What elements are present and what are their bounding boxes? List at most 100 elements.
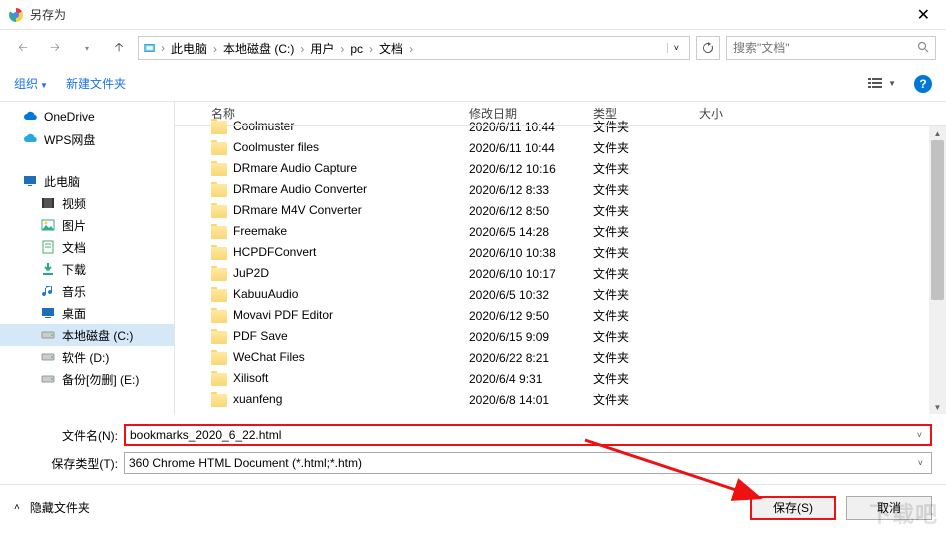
col-type[interactable]: 类型 [585, 105, 691, 122]
organize-menu[interactable]: 组织▼ [14, 75, 48, 92]
col-name[interactable]: 名称 [203, 105, 461, 122]
sidebar-item-label: WPS网盘 [44, 131, 95, 148]
cancel-button[interactable]: 取消 [846, 496, 932, 520]
filetype-value: 360 Chrome HTML Document (*.html;*.htm) [129, 456, 914, 470]
sidebar-item[interactable]: 图片 [0, 214, 174, 236]
help-icon[interactable]: ? [914, 75, 932, 93]
doc-icon [40, 239, 56, 255]
folder-icon [211, 184, 227, 197]
breadcrumb-dropdown[interactable]: ˅ [667, 43, 685, 53]
sidebar-item[interactable]: 备份[勿删] (E:) [0, 368, 174, 390]
sidebar-item[interactable]: 此电脑 [0, 170, 174, 192]
scrollbar[interactable]: ▲ ▼ [929, 126, 946, 414]
sidebar-item[interactable]: 音乐 [0, 280, 174, 302]
chevron-right-icon[interactable]: › [211, 42, 219, 56]
file-name: Freemake [233, 224, 287, 238]
breadcrumb-segment[interactable]: 此电脑 [167, 42, 211, 56]
breadcrumb-segment[interactable]: 本地磁盘 (C:) [219, 42, 298, 56]
scroll-up-icon[interactable]: ▲ [929, 126, 946, 140]
breadcrumb[interactable]: › 此电脑›本地磁盘 (C:)›用户›pc›文档› ˅ [138, 36, 690, 60]
sidebar-item-label: 下载 [62, 261, 86, 278]
expand-icon[interactable]: ˄ [14, 502, 20, 513]
hide-folders-link[interactable]: 隐藏文件夹 [30, 499, 90, 516]
file-name: HCPDFConvert [233, 245, 316, 259]
breadcrumb-segment[interactable]: pc [346, 42, 367, 56]
file-name: Movavi PDF Editor [233, 308, 333, 322]
table-row[interactable]: DRmare M4V Converter 2020/6/12 8:50 文件夹 [175, 200, 946, 221]
file-type: 文件夹 [585, 244, 691, 261]
file-name: Xilisoft [233, 371, 268, 385]
filename-input[interactable] [130, 428, 913, 442]
filename-field[interactable]: ˅ [124, 424, 932, 446]
sidebar-item[interactable]: 桌面 [0, 302, 174, 324]
col-size[interactable]: 大小 [691, 105, 811, 122]
breadcrumb-segment[interactable]: 文档 [375, 42, 407, 56]
title-bar: 另存为 ✕ [0, 0, 946, 30]
file-date: 2020/6/12 8:33 [461, 183, 585, 197]
table-row[interactable]: xuanfeng 2020/6/8 14:01 文件夹 [175, 389, 946, 410]
table-row[interactable]: DRmare Audio Capture 2020/6/12 10:16 文件夹 [175, 158, 946, 179]
folder-icon [211, 310, 227, 323]
recent-dropdown[interactable]: ▾ [74, 35, 100, 61]
file-date: 2020/6/8 14:01 [461, 393, 585, 407]
sidebar-item[interactable]: 本地磁盘 (C:) [0, 324, 174, 346]
file-type: 文件夹 [585, 181, 691, 198]
file-name: KabuuAudio [233, 287, 298, 301]
back-button[interactable]: 🡠 [10, 35, 36, 61]
sidebar-item[interactable]: 文档 [0, 236, 174, 258]
chevron-right-icon[interactable]: › [407, 42, 415, 56]
table-row[interactable]: WeChat Files 2020/6/22 8:21 文件夹 [175, 347, 946, 368]
filename-dropdown-icon[interactable]: ˅ [913, 430, 926, 440]
film-icon [40, 195, 56, 211]
table-row[interactable]: Movavi PDF Editor 2020/6/12 9:50 文件夹 [175, 305, 946, 326]
table-row[interactable]: Freemake 2020/6/5 14:28 文件夹 [175, 221, 946, 242]
folder-icon [211, 268, 227, 281]
refresh-button[interactable] [696, 36, 720, 60]
sidebar-item-label: 文档 [62, 239, 86, 256]
folder-icon [211, 352, 227, 365]
file-name: DRmare M4V Converter [233, 203, 362, 217]
column-header: 名称 修改日期 类型 大小 [175, 102, 946, 126]
filetype-dropdown-icon[interactable]: ˅ [914, 458, 927, 468]
sidebar-item[interactable]: 视频 [0, 192, 174, 214]
table-row[interactable]: PDF Save 2020/6/15 9:09 文件夹 [175, 326, 946, 347]
sidebar-item[interactable]: OneDrive [0, 106, 174, 128]
table-row[interactable]: DRmare Audio Converter 2020/6/12 8:33 文件… [175, 179, 946, 200]
chevron-right-icon[interactable]: › [367, 42, 375, 56]
footer: ˄ 隐藏文件夹 保存(S) 取消 [0, 484, 946, 530]
download-icon [40, 261, 56, 277]
close-icon[interactable]: ✕ [909, 1, 938, 29]
new-folder-button[interactable]: 新建文件夹 [66, 75, 126, 92]
search-input[interactable] [733, 41, 917, 55]
table-row[interactable]: HCPDFConvert 2020/6/10 10:38 文件夹 [175, 242, 946, 263]
sidebar-item[interactable]: 下载 [0, 258, 174, 280]
scroll-thumb[interactable] [931, 140, 944, 300]
search-icon[interactable] [917, 41, 929, 56]
folder-icon [211, 373, 227, 386]
filetype-field[interactable]: 360 Chrome HTML Document (*.html;*.htm) … [124, 452, 932, 474]
table-row[interactable]: Xilisoft 2020/6/4 9:31 文件夹 [175, 368, 946, 389]
table-row[interactable]: Coolmuster files 2020/6/11 10:44 文件夹 [175, 137, 946, 158]
file-type: 文件夹 [585, 223, 691, 240]
folder-icon [211, 226, 227, 239]
table-row[interactable]: KabuuAudio 2020/6/5 10:32 文件夹 [175, 284, 946, 305]
sidebar-item[interactable]: WPS网盘 [0, 128, 174, 150]
table-row[interactable]: JuP2D 2020/6/10 10:17 文件夹 [175, 263, 946, 284]
file-list[interactable]: Coolmuster 2020/6/11 10:44 文件夹 Coolmuste… [175, 116, 946, 414]
breadcrumb-segment[interactable]: 用户 [306, 42, 338, 56]
save-button[interactable]: 保存(S) [750, 496, 836, 520]
col-date[interactable]: 修改日期 [461, 105, 585, 122]
scroll-down-icon[interactable]: ▼ [929, 400, 946, 414]
desktop-icon [40, 305, 56, 321]
file-name: DRmare Audio Capture [233, 161, 357, 175]
disk-icon [40, 327, 56, 343]
nav-row: 🡠 🡢 ▾ 🡡 › 此电脑›本地磁盘 (C:)›用户›pc›文档› ˅ [0, 30, 946, 66]
up-button[interactable]: 🡡 [106, 35, 132, 61]
sidebar-item[interactable]: 软件 (D:) [0, 346, 174, 368]
filename-label: 文件名(N): [14, 427, 124, 444]
file-type: 文件夹 [585, 391, 691, 408]
file-type: 文件夹 [585, 139, 691, 156]
search-box[interactable] [726, 36, 936, 60]
view-mode-button[interactable]: ▼ [868, 77, 896, 91]
chevron-right-icon[interactable]: › [159, 41, 167, 55]
